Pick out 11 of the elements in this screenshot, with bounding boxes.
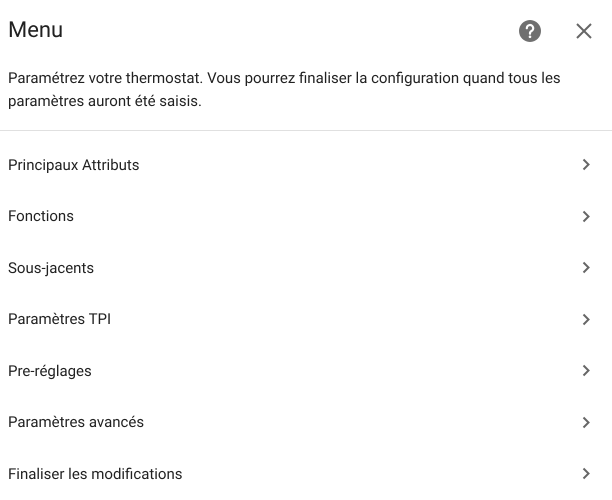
dialog-title: Menu <box>8 20 64 42</box>
dialog-description: Paramétrez votre thermostat. Vous pourrez finaliser la configuration quand tous les paramètres auront été saisis. <box>7 68 562 112</box>
chevron-right-icon <box>582 312 590 326</box>
chevron-right-icon <box>582 261 590 274</box>
chevron-right-icon <box>582 364 590 378</box>
close-icon[interactable] <box>576 23 592 39</box>
help-icon[interactable] <box>518 19 542 43</box>
chevron-right-icon <box>582 416 590 429</box>
chevron-right-icon <box>582 158 590 172</box>
chevron-right-icon <box>582 210 590 223</box>
chevron-right-icon <box>582 467 590 480</box>
